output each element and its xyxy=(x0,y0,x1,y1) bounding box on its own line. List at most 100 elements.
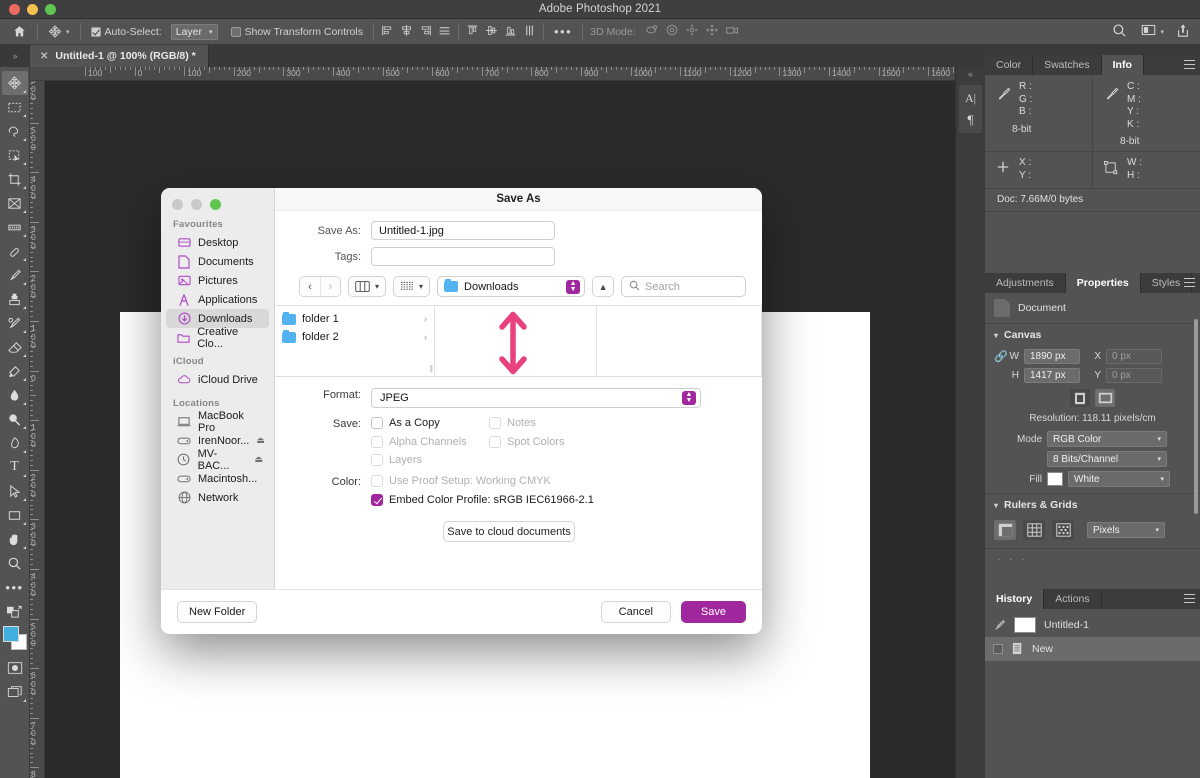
auto-select-scope-dropdown[interactable]: Layer ▾ xyxy=(170,23,218,40)
checkbox[interactable] xyxy=(371,475,383,487)
search-field[interactable]: Search xyxy=(621,276,747,297)
tab-info[interactable]: Info xyxy=(1101,55,1144,75)
distribute-vertical-icon[interactable] xyxy=(523,24,536,40)
home-icon[interactable] xyxy=(8,25,30,38)
checkbox[interactable] xyxy=(90,26,101,37)
chevron-right-icon[interactable]: › xyxy=(424,332,427,342)
column-resize-grip[interactable]: || xyxy=(430,364,433,373)
eraser-tool[interactable] xyxy=(2,335,28,359)
sidebar-item-applications[interactable]: Applications xyxy=(166,290,269,309)
pen-tool[interactable] xyxy=(2,431,28,455)
sidebar-item-icloud-drive[interactable]: iCloud Drive xyxy=(166,370,269,389)
canvas-width-input[interactable]: 1890 px xyxy=(1024,349,1080,364)
location-dropdown[interactable]: Downloads ▲ ▼ xyxy=(437,276,586,297)
file-browser-column-1[interactable]: folder 1 › folder 2 › || xyxy=(275,306,435,376)
color-mode-dropdown[interactable]: RGB Color ▾ xyxy=(1047,431,1167,447)
3d-slide-icon[interactable] xyxy=(705,23,719,40)
close-icon[interactable]: ✕ xyxy=(40,51,48,62)
checkbox[interactable] xyxy=(371,454,383,466)
chevron-down-icon[interactable]: ▾ xyxy=(1160,28,1164,36)
checkbox-as-a-copy[interactable]: As a Copy xyxy=(371,417,489,429)
auto-select-checkbox[interactable]: Auto-Select: xyxy=(88,26,165,38)
chevron-down-icon[interactable]: ▾ xyxy=(994,501,998,510)
checkbox[interactable] xyxy=(371,417,383,429)
show-transform-controls-checkbox[interactable]: Show Transform Controls xyxy=(228,26,366,38)
3d-orbit-icon[interactable] xyxy=(645,23,659,40)
edit-toolbar-icon[interactable]: ••• xyxy=(2,575,28,599)
sidebar-item-mv-bac[interactable]: MV-BAC... ⏏ xyxy=(166,448,269,472)
panel-menu-icon[interactable] xyxy=(1184,60,1195,69)
file-row-folder-1[interactable]: folder 1 › xyxy=(275,310,434,328)
eyedropper-tool[interactable] xyxy=(2,215,28,239)
properties-scrollbar[interactable] xyxy=(1194,319,1198,514)
vertical-ruler[interactable]: 6005004003002001000100200300400500600700… xyxy=(30,81,45,778)
grid-icon[interactable] xyxy=(1023,520,1045,540)
share-icon[interactable] xyxy=(1176,23,1190,41)
horizontal-ruler[interactable]: 100 0 100 200 300 400 500 600 700 800 900 1000 1100 1… xyxy=(30,67,955,81)
frame-tool[interactable] xyxy=(2,191,28,215)
sidebar-item-macbook-pro[interactable]: MacBook Pro xyxy=(166,410,269,434)
zoom-tool[interactable] xyxy=(2,551,28,575)
align-horizontal-group[interactable] xyxy=(381,24,451,40)
save-button[interactable]: Save xyxy=(680,601,746,623)
canvas-x-input[interactable]: 0 px xyxy=(1106,349,1162,364)
align-right-edges-icon[interactable] xyxy=(419,24,432,40)
rulers-icon[interactable] xyxy=(994,520,1016,540)
fill-dropdown[interactable]: White ▾ xyxy=(1068,471,1170,487)
expand-panels-icon[interactable]: » xyxy=(0,45,30,67)
tab-history[interactable]: History xyxy=(985,589,1045,609)
tab-actions[interactable]: Actions xyxy=(1044,589,1102,609)
tab-adjustments[interactable]: Adjustments xyxy=(985,273,1066,293)
blur-tool[interactable] xyxy=(2,383,28,407)
file-browser-column-3[interactable] xyxy=(597,306,762,376)
filename-input[interactable]: Untitled-1.jpg xyxy=(371,221,555,240)
chevron-left-icon[interactable]: ‹ xyxy=(300,277,320,296)
save-as-dialog[interactable]: Favourites Desktop Documents Pictures Ap… xyxy=(161,188,762,634)
portrait-orientation-icon[interactable] xyxy=(1070,389,1090,407)
chevron-down-icon[interactable]: ▾ xyxy=(66,28,70,36)
move-tool[interactable] xyxy=(1,71,28,95)
checkbox[interactable] xyxy=(230,26,241,37)
panel-menu-icon[interactable] xyxy=(1184,278,1195,287)
dialog-close-button[interactable] xyxy=(172,199,183,210)
tab-color[interactable]: Color xyxy=(985,55,1034,75)
file-row-folder-2[interactable]: folder 2 › xyxy=(275,328,434,346)
group-by-button[interactable]: ▾ xyxy=(393,276,431,297)
canvas-y-input[interactable]: 0 px xyxy=(1106,368,1162,383)
sidebar-item-documents[interactable]: Documents xyxy=(166,252,269,271)
view-mode-button[interactable]: ▾ xyxy=(348,276,387,297)
clone-stamp-tool[interactable] xyxy=(2,287,28,311)
sidebar-item-network[interactable]: Network xyxy=(166,488,269,507)
healing-brush-tool[interactable] xyxy=(2,239,28,263)
checkbox-notes[interactable]: Notes xyxy=(489,417,536,429)
character-panel-icon[interactable]: A| xyxy=(959,87,982,109)
checkbox-use-proof-setup[interactable]: Use Proof Setup: Working CMYK xyxy=(371,475,551,487)
move-tool-icon[interactable]: ▾ xyxy=(45,24,73,39)
checkbox[interactable] xyxy=(371,494,383,506)
checkbox[interactable] xyxy=(489,417,501,429)
popup-arrows-icon[interactable]: ▲ ▼ xyxy=(566,279,581,294)
new-folder-button[interactable]: New Folder xyxy=(177,601,258,623)
checkbox-spot-colors[interactable]: Spot Colors xyxy=(489,436,564,448)
3d-camera-icon[interactable] xyxy=(725,24,741,40)
color-swatches[interactable] xyxy=(2,625,28,651)
3d-roll-icon[interactable] xyxy=(665,23,679,40)
3d-pan-icon[interactable] xyxy=(685,23,699,40)
chevron-right-icon[interactable]: › xyxy=(424,314,427,324)
align-vertical-group[interactable] xyxy=(466,24,536,40)
chevron-up-icon[interactable]: ▲ xyxy=(599,282,608,292)
chevron-down-icon[interactable]: ▾ xyxy=(994,331,998,340)
landscape-orientation-icon[interactable] xyxy=(1095,389,1115,407)
tab-properties[interactable]: Properties xyxy=(1065,273,1141,293)
checkbox-embed-color-profile[interactable]: Embed Color Profile: sRGB IEC61966-2.1 xyxy=(371,494,594,506)
chevron-down-icon[interactable]: ▾ xyxy=(375,282,379,291)
ruler-units-dropdown[interactable]: Pixels ▾ xyxy=(1087,522,1165,538)
history-state-toggle[interactable] xyxy=(993,644,1003,654)
link-icon[interactable]: 🔗 xyxy=(994,350,1008,363)
collapse-panel-icon[interactable]: « xyxy=(956,67,985,81)
history-state-row[interactable]: New xyxy=(985,637,1200,661)
sidebar-item-creative-cloud[interactable]: Creative Clo... xyxy=(166,326,269,350)
align-horizontal-centers-icon[interactable] xyxy=(400,24,413,40)
transparency-grid-icon[interactable] xyxy=(1052,520,1074,540)
tab-swatches[interactable]: Swatches xyxy=(1033,55,1102,75)
